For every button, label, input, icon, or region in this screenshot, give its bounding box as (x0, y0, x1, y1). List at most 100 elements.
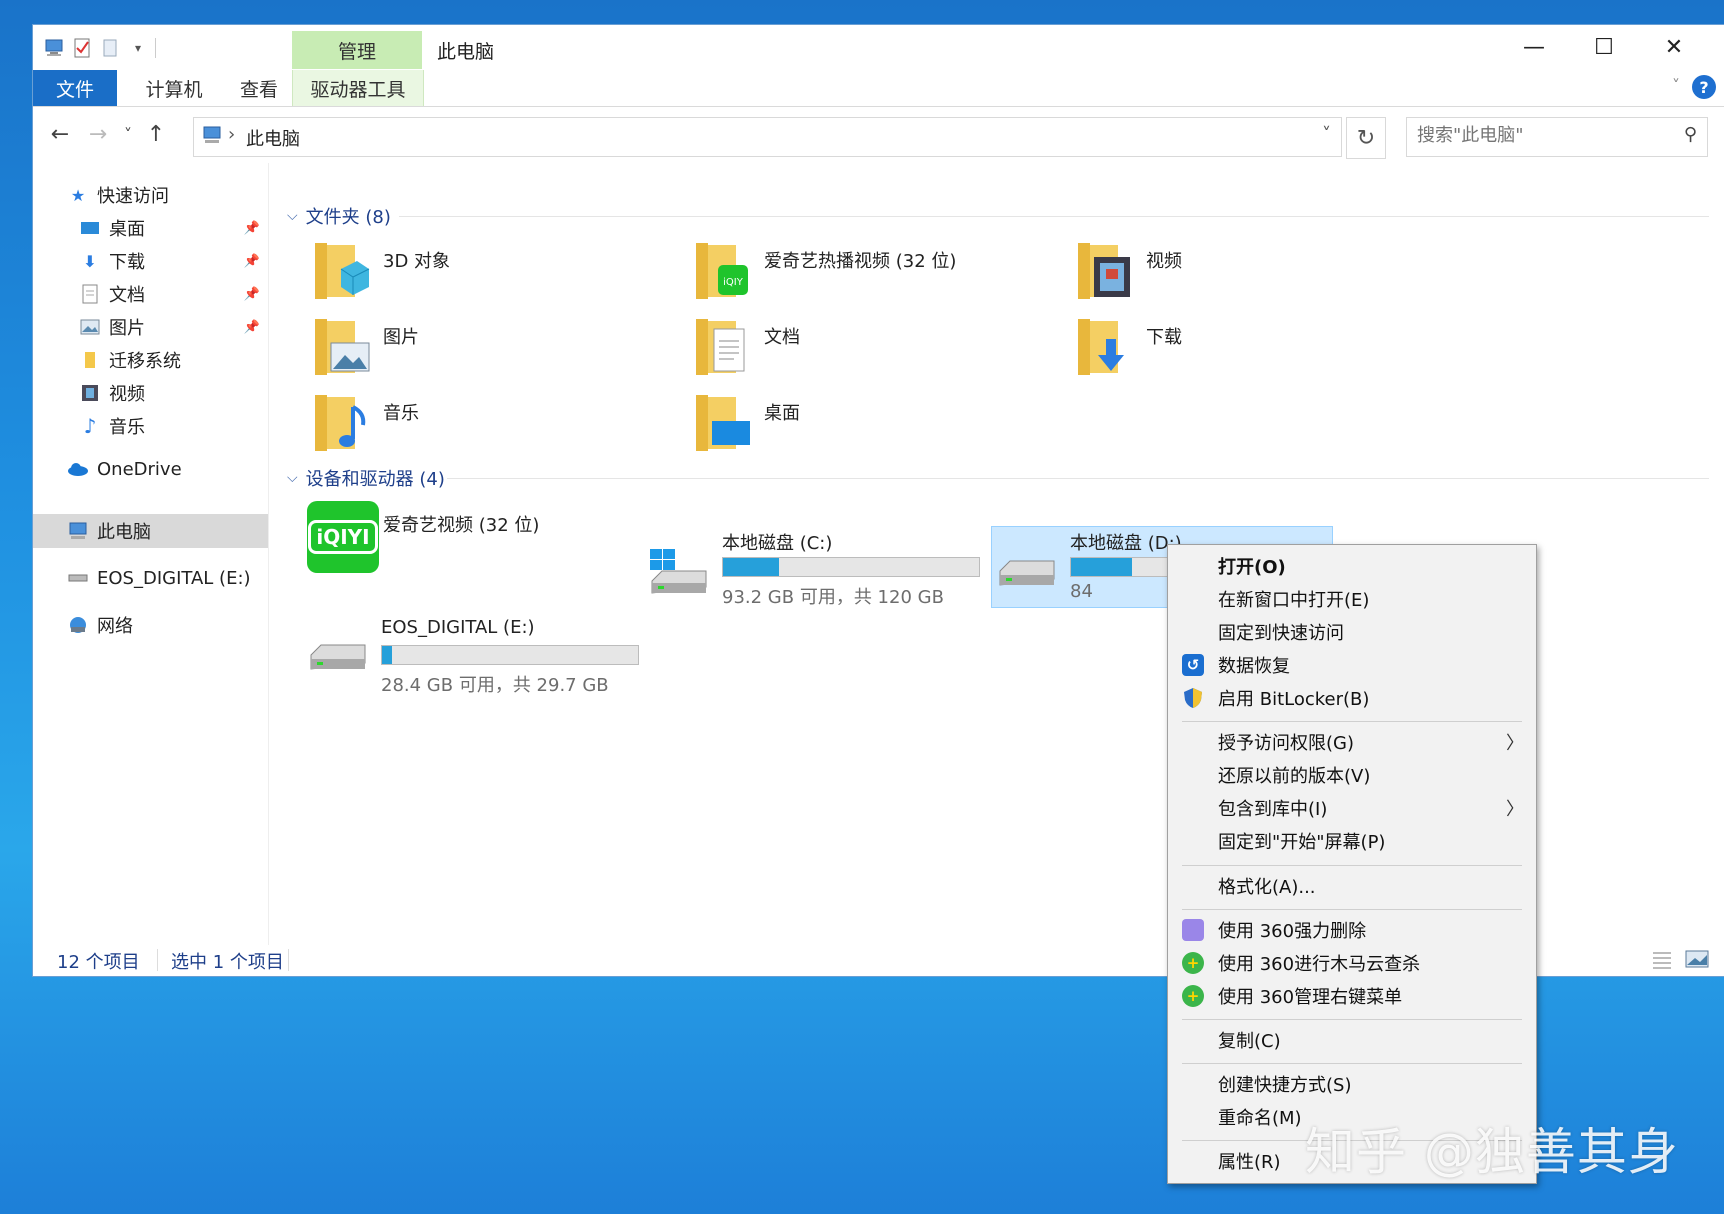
menu-item-copy[interactable]: 复制(C) (1168, 1025, 1536, 1055)
recent-locations-button[interactable]: ˅ (113, 119, 143, 149)
customize-toolbar-icon[interactable]: ▾ (127, 37, 149, 59)
menu-item-open-new-window[interactable]: 在新窗口中打开(E) (1168, 584, 1536, 614)
breadcrumb-separator[interactable]: › (228, 124, 235, 145)
sidebar-item-documents[interactable]: 文档 📌 (33, 277, 268, 311)
sidebar-item-label: 图片 (109, 318, 145, 339)
drive-item[interactable]: EOS_DIGITAL (E:) 28.4 GB 可用，共 29.7 GB (303, 617, 643, 696)
help-icon[interactable]: ? (1692, 75, 1716, 99)
folder-item[interactable]: iQIY 爱奇艺热播视频 (32 位) (684, 239, 1054, 313)
sidebar-item-desktop[interactable]: 桌面 📌 (33, 211, 268, 245)
tab-file[interactable]: 文件 (33, 70, 117, 106)
up-button[interactable]: ↑ (141, 119, 171, 149)
menu-item-include-library[interactable]: 包含到库中(I) 〉 (1168, 793, 1536, 823)
sidebar-item-music[interactable]: ♪ 音乐 (33, 409, 268, 443)
menu-item-360-manage[interactable]: + 使用 360管理右键菜单 (1168, 981, 1536, 1011)
tab-view[interactable]: 查看 (219, 70, 299, 106)
refresh-button[interactable]: ↻ (1346, 117, 1386, 159)
menu-item-restore-versions[interactable]: 还原以前的版本(V) (1168, 760, 1536, 790)
menu-item-360-scan[interactable]: + 使用 360进行木马云查杀 (1168, 948, 1536, 978)
menu-item-create-shortcut[interactable]: 创建快捷方式(S) (1168, 1069, 1536, 1099)
removable-drive-icon (310, 644, 366, 670)
sidebar-item-onedrive[interactable]: OneDrive (33, 452, 268, 486)
menu-item-360-delete[interactable]: 使用 360强力删除 (1168, 915, 1536, 945)
menu-item-grant-access[interactable]: 授予访问权限(G) 〉 (1168, 727, 1536, 757)
details-view-icon[interactable] (1651, 949, 1673, 969)
address-bar[interactable]: › 此电脑 ˅ (193, 117, 1342, 157)
sidebar-item-label: 桌面 (109, 219, 145, 240)
pin-icon[interactable]: 📌 (244, 221, 260, 236)
3d-objects-folder-icon (315, 243, 370, 299)
tab-drive-tools[interactable]: 驱动器工具 (292, 70, 424, 106)
pin-icon[interactable]: 📌 (244, 254, 260, 269)
ribbon-tabs: 文件 计算机 查看 驱动器工具 ˅ ? (33, 70, 1724, 107)
search-icon[interactable]: ⚲ (1684, 124, 1697, 145)
folder-item[interactable]: 下载 (1066, 315, 1436, 389)
breadcrumb-this-pc[interactable]: 此电脑 (246, 125, 300, 151)
folder-label: 文档 (764, 327, 800, 348)
folders-group-header[interactable]: ⌵ 文件夹 (8) (287, 203, 391, 229)
manage-context-tab[interactable]: 管理 (292, 31, 422, 69)
sidebar-item-quick-access[interactable]: ★ 快速访问 (33, 178, 268, 212)
app-item[interactable]: iQIYI 爱奇艺视频 (32 位) (303, 501, 673, 575)
menu-separator (1182, 909, 1522, 910)
back-button[interactable]: ← (45, 119, 75, 149)
drive-usage-bar (722, 557, 980, 577)
search-input[interactable] (1415, 124, 1669, 147)
drive-label: 本地磁盘 (D:) (1070, 533, 1182, 554)
forward-button[interactable]: → (83, 119, 113, 149)
chevron-down-icon[interactable]: ⌵ (287, 470, 298, 486)
drive-item[interactable]: 本地磁盘 (C:) 93.2 GB 可用，共 120 GB (644, 529, 984, 608)
folder-item[interactable]: 音乐 (303, 391, 673, 465)
maximize-button[interactable]: ☐ (1569, 25, 1639, 70)
folder-icon (79, 349, 101, 371)
minimize-button[interactable]: — (1499, 25, 1569, 70)
sidebar-item-network[interactable]: 网络 (33, 608, 268, 642)
menu-item-pin-start[interactable]: 固定到"开始"屏幕(P) (1168, 826, 1536, 856)
expand-ribbon-icon[interactable]: ˅ (1672, 76, 1680, 95)
documents-icon (79, 283, 101, 305)
folder-label: 图片 (383, 327, 419, 348)
new-folder-icon[interactable] (99, 37, 121, 59)
folder-item[interactable]: 3D 对象 (303, 239, 673, 313)
documents-folder-icon (696, 319, 745, 375)
menu-item-pin-quick-access[interactable]: 固定到快速访问 (1168, 617, 1536, 647)
app-label: 爱奇艺视频 (32 位) (383, 515, 540, 536)
desktop-icon (79, 217, 101, 239)
devices-group-header[interactable]: ⌵ 设备和驱动器 (4) (287, 465, 445, 491)
folder-item[interactable]: 桌面 (684, 391, 1054, 465)
star-icon: ★ (70, 185, 86, 205)
sidebar-item-migrate[interactable]: 迁移系统 (33, 343, 268, 377)
sidebar-item-pictures[interactable]: 图片 📌 (33, 310, 268, 344)
group-divider (447, 478, 1709, 479)
computer-icon[interactable] (43, 37, 65, 59)
pin-icon[interactable]: 📌 (244, 287, 260, 302)
large-icons-view-icon[interactable] (1685, 949, 1709, 969)
sidebar-item-eos-digital[interactable]: EOS_DIGITAL (E:) (33, 561, 268, 595)
context-menu: 打开(O) 在新窗口中打开(E) 固定到快速访问 ↺ 数据恢复 启用 BitLo… (1167, 544, 1537, 1184)
360-delete-icon (1182, 919, 1204, 941)
group-title: 文件夹 (8) (305, 207, 391, 228)
group-title: 设备和驱动器 (4) (305, 469, 445, 490)
search-box[interactable]: ⚲ (1406, 117, 1708, 157)
properties-icon[interactable] (71, 37, 93, 59)
folder-item[interactable]: 图片 (303, 315, 673, 389)
folder-item[interactable]: 文档 (684, 315, 1054, 389)
sidebar-item-label: 迁移系统 (109, 351, 181, 372)
chevron-down-icon[interactable]: ⌵ (287, 208, 298, 224)
address-dropdown-icon[interactable]: ˅ (1322, 124, 1331, 145)
desktop-folder-icon (696, 395, 750, 451)
folder-item[interactable]: 视频 (1066, 239, 1436, 313)
chevron-right-icon: 〉 (1506, 799, 1524, 820)
sidebar-item-downloads[interactable]: ⬇ 下载 📌 (33, 244, 268, 278)
menu-item-data-recovery[interactable]: ↺ 数据恢复 (1168, 650, 1536, 680)
tab-computer[interactable]: 计算机 (129, 70, 219, 106)
sidebar-item-this-pc[interactable]: 此电脑 (33, 514, 268, 548)
menu-item-open[interactable]: 打开(O) (1168, 551, 1536, 581)
menu-item-format[interactable]: 格式化(A)... (1168, 871, 1536, 901)
pin-icon[interactable]: 📌 (244, 320, 260, 335)
sidebar-item-videos[interactable]: 视频 (33, 376, 268, 410)
close-button[interactable]: ✕ (1639, 25, 1709, 70)
menu-item-bitlocker[interactable]: 启用 BitLocker(B) (1168, 683, 1536, 713)
menu-separator (1182, 1063, 1522, 1064)
menu-separator (1182, 721, 1522, 722)
